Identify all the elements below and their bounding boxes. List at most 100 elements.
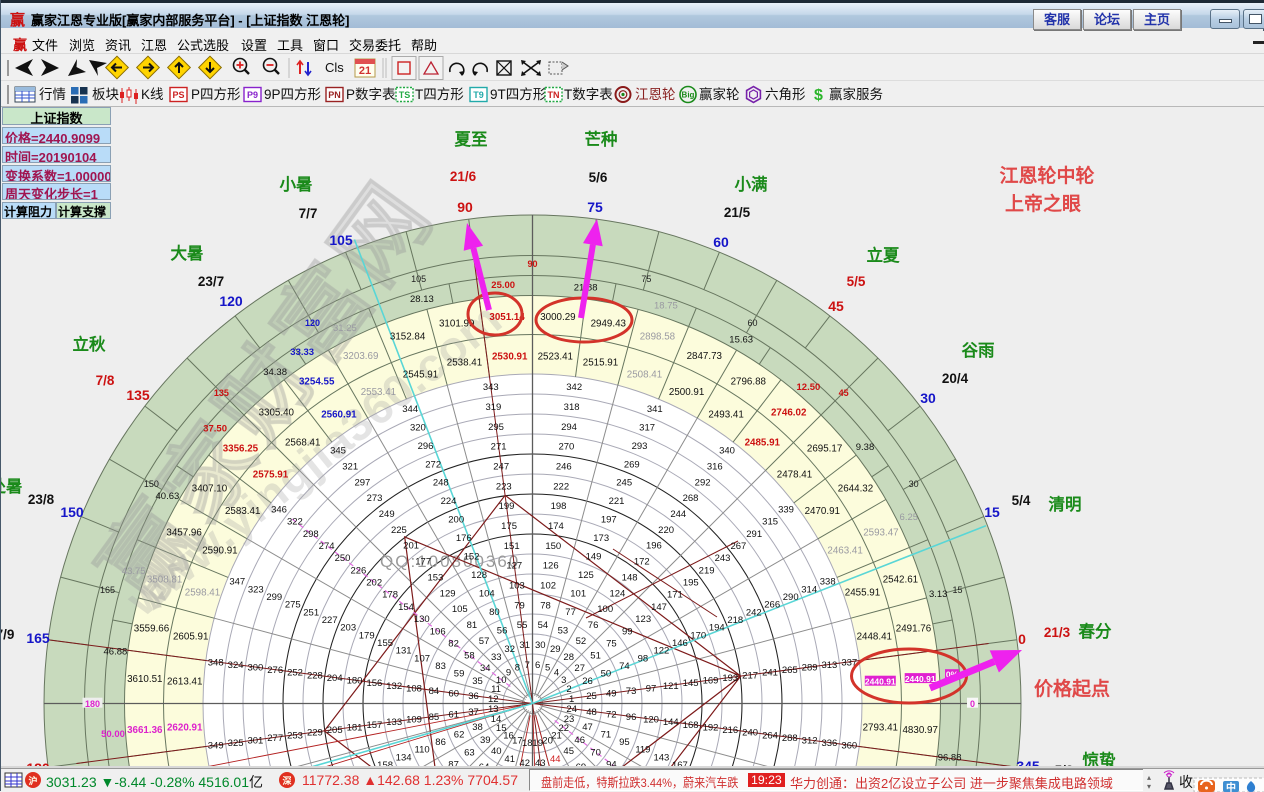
svg-text:TN: TN (548, 90, 560, 100)
svg-text:2523.41: 2523.41 (538, 352, 573, 363)
svg-text:225: 225 (391, 525, 407, 536)
svg-text:3152.84: 3152.84 (390, 332, 426, 343)
svg-text:39: 39 (480, 735, 491, 746)
svg-text:274: 274 (319, 541, 335, 552)
svg-text:62: 62 (454, 729, 465, 740)
svg-text:325: 325 (228, 738, 244, 749)
svg-text:43: 43 (535, 758, 546, 768)
svg-text:90: 90 (457, 199, 473, 215)
svg-text:273: 273 (367, 493, 383, 504)
svg-text:上帝之眼: 上帝之眼 (1005, 192, 1081, 215)
svg-text:江恩轮: 江恩轮 (635, 87, 676, 102)
svg-text:336: 336 (821, 738, 837, 749)
svg-text:105: 105 (329, 232, 353, 248)
svg-text:312: 312 (802, 736, 818, 747)
svg-text:244: 244 (670, 509, 686, 520)
svg-text:小暑: 小暑 (280, 175, 313, 194)
svg-text:45: 45 (839, 388, 849, 398)
svg-text:135: 135 (126, 387, 150, 403)
svg-text:2508.41: 2508.41 (627, 370, 662, 381)
svg-text:21/6: 21/6 (450, 169, 477, 184)
svg-text:75: 75 (641, 274, 651, 284)
svg-text:K线: K线 (141, 87, 164, 102)
svg-text:202: 202 (366, 578, 382, 589)
svg-text:108: 108 (406, 683, 422, 694)
svg-text:芒种: 芒种 (585, 129, 618, 149)
svg-text:349: 349 (208, 741, 224, 752)
svg-text:84: 84 (429, 686, 440, 697)
svg-text:9T四方形: 9T四方形 (490, 87, 547, 102)
svg-text:2575.91: 2575.91 (253, 470, 289, 481)
svg-text:246: 246 (556, 462, 572, 473)
svg-text:242: 242 (746, 607, 762, 618)
svg-text:2590.91: 2590.91 (202, 545, 237, 556)
svg-text:267: 267 (730, 541, 746, 552)
svg-text:226: 226 (350, 565, 366, 576)
svg-text:339: 339 (778, 505, 794, 516)
svg-text:六角形: 六角形 (765, 87, 806, 102)
svg-text:9: 9 (506, 668, 511, 679)
svg-text:170: 170 (690, 630, 706, 641)
svg-text:2583.41: 2583.41 (225, 506, 260, 517)
svg-text:9P四方形: 9P四方形 (264, 87, 322, 102)
svg-text:73: 73 (626, 686, 637, 697)
svg-text:129: 129 (440, 588, 456, 599)
svg-text:24: 24 (566, 704, 577, 715)
svg-text:276: 276 (267, 665, 283, 676)
svg-text:2440.91: 2440.91 (905, 674, 936, 684)
svg-text:9.38: 9.38 (856, 442, 875, 453)
svg-text:144: 144 (663, 717, 679, 728)
svg-text:290: 290 (783, 592, 799, 603)
svg-text:72: 72 (606, 709, 617, 720)
svg-text:2553.41: 2553.41 (361, 387, 396, 398)
svg-text:深: 深 (282, 775, 291, 786)
svg-text:59: 59 (454, 669, 465, 680)
svg-text:5/5: 5/5 (847, 274, 866, 289)
svg-text:169: 169 (703, 676, 719, 687)
svg-text:104: 104 (479, 589, 495, 600)
svg-text:2545.91: 2545.91 (403, 370, 438, 381)
svg-text:32: 32 (504, 644, 515, 655)
svg-text:251: 251 (303, 607, 319, 618)
svg-text:119: 119 (635, 745, 650, 756)
svg-text:124: 124 (609, 588, 625, 599)
svg-text:147: 147 (651, 602, 667, 613)
svg-text:41: 41 (504, 754, 515, 765)
svg-text:立夏: 立夏 (867, 245, 901, 265)
svg-text:Big: Big (682, 91, 695, 100)
svg-text:2613.41: 2613.41 (167, 677, 202, 688)
svg-text:133: 133 (386, 717, 402, 728)
svg-text:194: 194 (709, 623, 725, 634)
svg-text:222: 222 (553, 481, 569, 492)
svg-text:5/4: 5/4 (1012, 493, 1031, 508)
svg-text:49: 49 (606, 689, 617, 700)
svg-text:314: 314 (801, 584, 817, 595)
svg-text:75: 75 (606, 638, 617, 649)
svg-text:2448.41: 2448.41 (857, 632, 892, 643)
svg-text:301: 301 (247, 736, 263, 747)
svg-text:158: 158 (377, 760, 393, 768)
svg-text:299: 299 (266, 592, 282, 603)
svg-text:134: 134 (396, 752, 412, 763)
svg-text:71: 71 (601, 729, 612, 740)
svg-text:295: 295 (488, 422, 504, 433)
svg-text:2491.76: 2491.76 (896, 624, 932, 635)
svg-text:219: 219 (699, 565, 715, 576)
svg-text:269: 269 (624, 459, 640, 470)
svg-text:152: 152 (464, 552, 480, 563)
svg-text:199: 199 (499, 501, 515, 512)
svg-text:178: 178 (382, 590, 398, 601)
svg-text:179: 179 (359, 630, 375, 641)
svg-text:2: 2 (566, 684, 571, 695)
svg-text:272: 272 (425, 459, 441, 470)
svg-text:江恩轮中轮: 江恩轮中轮 (999, 164, 1094, 187)
svg-text:98: 98 (638, 653, 649, 664)
svg-text:2538.41: 2538.41 (447, 358, 482, 369)
svg-text:271: 271 (491, 442, 507, 453)
svg-text:P数字表: P数字表 (346, 87, 396, 102)
svg-text:105: 105 (452, 604, 468, 615)
svg-text:60: 60 (713, 234, 729, 250)
svg-text:342: 342 (566, 382, 582, 393)
svg-text:惊蛰: 惊蛰 (1083, 750, 1117, 768)
svg-text:150: 150 (60, 504, 84, 520)
